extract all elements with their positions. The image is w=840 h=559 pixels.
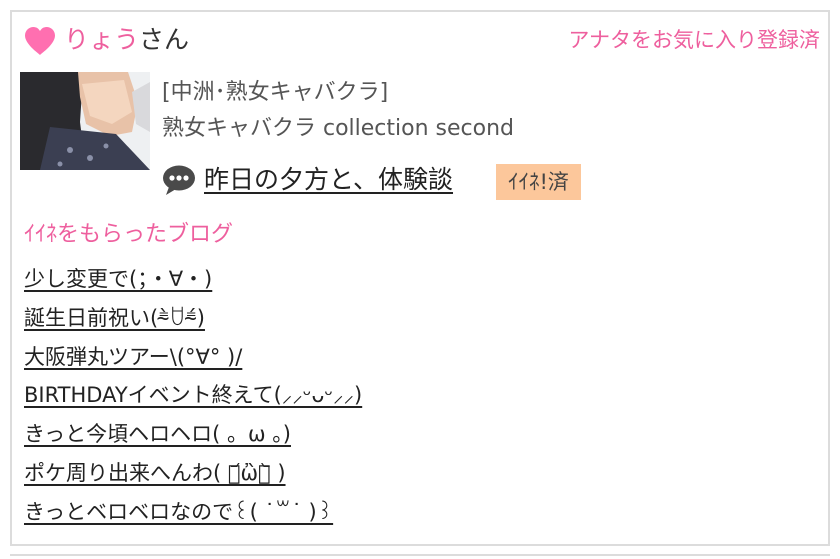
divider <box>10 554 830 556</box>
user-name-suffix: さん <box>139 25 190 54</box>
favorite-status: アナタをお気に入り登録済 <box>568 28 820 52</box>
list-item: 大阪弾丸ツアー\(°∀° )/ <box>24 342 814 381</box>
list-item: BIRTHDAYイベント終えて(⸝⸝ᵕᴗᵕ⸝⸝) <box>24 380 814 419</box>
post-title-link[interactable]: 昨日の夕方と、体験談 <box>204 164 453 196</box>
liked-blog-list: 少し変更で(；・∀・) 誕生日前祝い(⁼̴̀ꇴ⁼̴́) 大阪弾丸ツアー\(°∀°… <box>24 264 814 536</box>
list-item: きっと今頃ヘロヘロ( 。ω 。) <box>24 419 814 458</box>
blog-link[interactable]: 少し変更で(；・∀・) <box>24 264 212 294</box>
blog-link[interactable]: BIRTHDAYイベント終えて(⸝⸝ᵕᴗᵕ⸝⸝) <box>24 380 362 410</box>
shop-category: [中洲･熟女キャバクラ] <box>162 80 389 105</box>
avatar[interactable] <box>20 72 150 170</box>
list-item: きっとベロベロなので꒰( ˙꒳​˙ )꒱ <box>24 497 814 536</box>
blog-link[interactable]: きっとベロベロなので꒰( ˙꒳​˙ )꒱ <box>24 497 333 527</box>
shop-name[interactable]: 熟女キャバクラ collection second <box>162 114 514 144</box>
blog-link[interactable]: 大阪弾丸ツアー\(°∀° )/ <box>24 342 242 372</box>
liked-blogs-heading: ｲｲﾈをもらったブログ <box>24 222 234 247</box>
list-item: 誕生日前祝い(⁼̴̀ꇴ⁼̴́) <box>24 303 814 342</box>
user-name-text[interactable]: りょう <box>64 25 139 54</box>
blog-link[interactable]: きっと今頃ヘロヘロ( 。ω 。) <box>24 419 291 449</box>
post-row: 昨日の夕方と、体験談 ｲｲﾈ!済 <box>162 162 812 200</box>
list-item: ポケ周り出来へんわ( ･᷄ὢ･᷅ ) <box>24 458 814 497</box>
blog-link[interactable]: 誕生日前祝い(⁼̴̀ꇴ⁼̴́) <box>24 303 205 333</box>
iine-status-badge: ｲｲﾈ!済 <box>496 164 581 200</box>
card-header: りょうさん アナタをお気に入り登録済 <box>24 22 820 58</box>
list-item: 少し変更で(；・∀・) <box>24 264 814 303</box>
blog-link[interactable]: ポケ周り出来へんわ( ･᷄ὢ･᷅ ) <box>24 458 286 488</box>
user-card: りょうさん アナタをお気に入り登録済 [中洲･熟女キャバクラ] 熟女キャバクラ … <box>10 10 830 546</box>
user-name[interactable]: りょうさん <box>64 24 189 56</box>
